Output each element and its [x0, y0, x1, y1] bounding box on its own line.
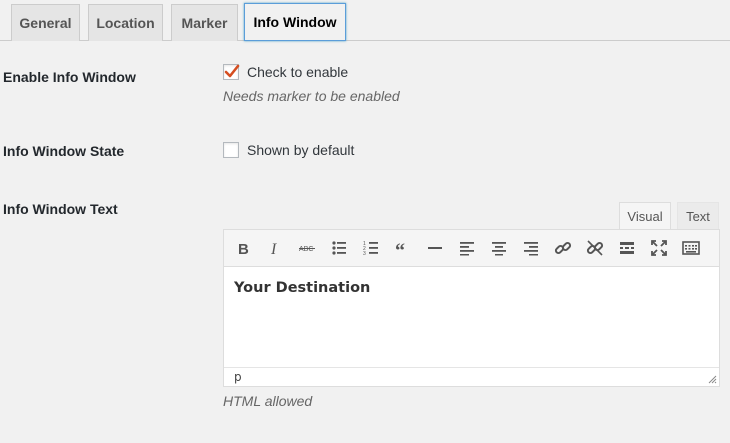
tab-marker[interactable]: Marker	[171, 4, 238, 41]
align-center-icon[interactable]	[487, 236, 511, 260]
info-window-text-description: HTML allowed	[223, 393, 313, 409]
enable-info-window-checkbox[interactable]	[223, 64, 240, 80]
checkmark-icon	[224, 64, 240, 78]
strikethrough-icon[interactable]: ABC	[295, 236, 319, 260]
editor-content[interactable]: Your Destination	[234, 280, 370, 296]
shown-by-default-checkbox[interactable]	[223, 142, 239, 158]
editor-tab-visual[interactable]: Visual	[619, 202, 671, 230]
link-icon[interactable]	[551, 236, 575, 260]
unlink-icon[interactable]	[583, 236, 607, 260]
tab-bar: General Location Marker Info Window	[0, 0, 730, 41]
editor-tab-text[interactable]: Text	[677, 202, 719, 230]
svg-text:“: “	[395, 240, 405, 256]
align-right-icon[interactable]	[519, 236, 543, 260]
blockquote-icon[interactable]: “	[391, 236, 415, 260]
enable-info-window-row[interactable]: Check to enable	[223, 64, 348, 80]
align-left-icon[interactable]	[455, 236, 479, 260]
read-more-icon[interactable]	[615, 236, 639, 260]
bold-icon[interactable]: B	[231, 236, 255, 260]
svg-text:ABC: ABC	[299, 246, 313, 253]
resize-handle-icon[interactable]	[708, 375, 717, 384]
tab-location[interactable]: Location	[88, 4, 163, 41]
info-window-text-label: Info Window Text	[3, 201, 118, 217]
toolbar-toggle-icon[interactable]	[679, 236, 703, 260]
tab-info-window[interactable]: Info Window	[244, 3, 346, 41]
enable-info-window-checkbox-label[interactable]: Check to enable	[247, 64, 348, 80]
shown-by-default-checkbox-label[interactable]: Shown by default	[247, 142, 354, 158]
info-window-state-row[interactable]: Shown by default	[223, 142, 354, 158]
svg-text:I: I	[270, 241, 277, 256]
svg-text:3: 3	[363, 251, 366, 256]
svg-text:B: B	[238, 241, 249, 256]
element-path[interactable]: p	[234, 370, 242, 384]
tab-general[interactable]: General	[11, 4, 80, 41]
fullscreen-icon[interactable]	[647, 236, 671, 260]
info-window-state-label: Info Window State	[3, 143, 125, 159]
bullet-list-icon[interactable]	[327, 236, 351, 260]
rich-text-editor[interactable]: B I ABC 123 “ Your Destination p	[223, 229, 720, 387]
numbered-list-icon[interactable]: 123	[359, 236, 383, 260]
enable-info-window-label: Enable Info Window	[3, 69, 136, 85]
editor-statusbar: p	[224, 367, 719, 386]
editor-toolbar: B I ABC 123 “	[224, 230, 719, 267]
italic-icon[interactable]: I	[263, 236, 287, 260]
enable-info-window-description: Needs marker to be enabled	[223, 88, 400, 104]
horizontal-line-icon[interactable]	[423, 236, 447, 260]
